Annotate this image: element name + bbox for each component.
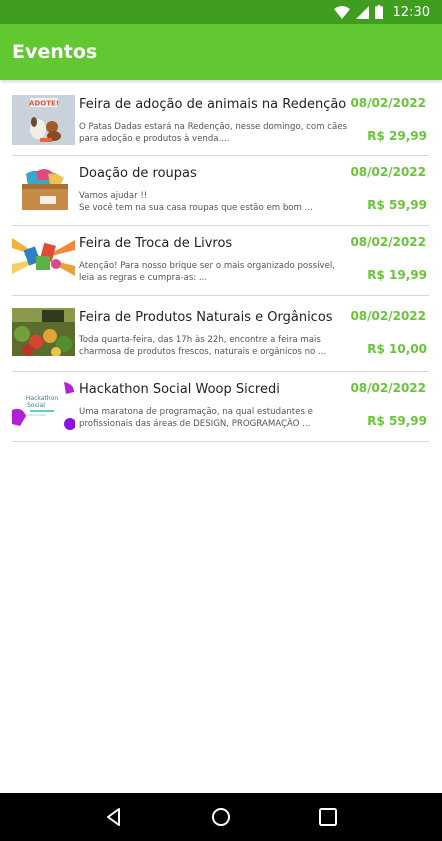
event-list-item[interactable]: ADOTE! Feira de adoção de animais na Red… xyxy=(12,87,429,156)
event-title: Feira de Produtos Naturais e Orgânicos xyxy=(79,310,333,325)
thumb-social-text: Social xyxy=(27,402,45,409)
recents-button[interactable] xyxy=(310,799,346,835)
home-icon xyxy=(211,808,230,826)
back-button[interactable] xyxy=(96,799,132,835)
event-date: 08/02/2022 xyxy=(350,235,426,249)
app-bar: Eventos xyxy=(0,24,442,80)
battery-icon xyxy=(374,5,383,19)
event-list: ADOTE! Feira de adoção de animais na Red… xyxy=(12,87,429,442)
event-description-line: charmosa de produtos frescos, naturais e… xyxy=(79,347,327,357)
recents-icon xyxy=(319,808,338,826)
event-list-item[interactable]: Doação de roupas 08/02/2022 Vamos ajudar… xyxy=(12,156,429,226)
back-icon xyxy=(106,808,120,826)
event-description: Toda quarta-feira, das 17h às 22h, encon… xyxy=(79,334,359,358)
event-price: R$ 59,99 xyxy=(367,198,427,212)
event-description: Atenção! Para nosso brique ser o mais or… xyxy=(79,260,359,284)
event-description-line: profissionais das áreas de DESIGN, PROGR… xyxy=(79,419,311,429)
event-description-line: Vamos ajudar !! xyxy=(79,191,148,201)
status-bar: 12:30 xyxy=(0,0,442,24)
event-description-line: Toda quarta-feira, das 17h às 22h, encon… xyxy=(79,335,321,345)
event-date: 08/02/2022 xyxy=(350,309,426,323)
page-title: Eventos xyxy=(12,41,98,63)
event-thumbnail: ADOTE! xyxy=(12,95,75,145)
event-price: R$ 19,99 xyxy=(367,268,427,282)
event-list-item[interactable]: Feira de Produtos Naturais e Orgânicos 0… xyxy=(12,296,429,372)
event-list-item[interactable]: Hackathon Social Hackathon Social Woop S… xyxy=(12,372,429,442)
status-time: 12:30 xyxy=(392,4,430,20)
thumb-hackathon-text: Hackathon xyxy=(26,395,58,402)
event-description: Uma maratona de programação, na qual est… xyxy=(79,406,359,430)
event-thumbnail xyxy=(12,308,75,356)
thumb-adote-text: ADOTE! xyxy=(29,100,59,108)
event-description-line: para adoção e produtos à venda.... xyxy=(79,134,230,144)
event-thumbnail xyxy=(12,164,75,214)
event-date: 08/02/2022 xyxy=(350,96,426,110)
event-description-line: Atenção! Para nosso brique ser o mais or… xyxy=(79,261,336,271)
event-title: Feira de adoção de animais na Redenção xyxy=(79,97,347,112)
event-title: Hackathon Social Woop Sicredi xyxy=(79,382,280,397)
event-thumbnail xyxy=(12,234,75,284)
event-title: Feira de Troca de Livros xyxy=(79,236,233,251)
home-button[interactable] xyxy=(203,799,239,835)
event-description-line: Uma maratona de programação, na qual est… xyxy=(79,407,313,417)
event-list-item[interactable]: Feira de Troca de Livros 08/02/2022 Aten… xyxy=(12,226,429,296)
wifi-icon xyxy=(333,5,350,19)
navigation-bar xyxy=(0,793,442,841)
event-title: Doação de roupas xyxy=(79,166,197,181)
event-description-line: leia as regras e cumpra-as: ... xyxy=(79,273,208,283)
event-date: 08/02/2022 xyxy=(350,165,426,179)
event-price: R$ 10,00 xyxy=(367,342,427,356)
event-thumbnail: Hackathon Social xyxy=(12,380,75,430)
event-description: Vamos ajudar !! Se você tem na sua casa … xyxy=(79,190,359,214)
event-date: 08/02/2022 xyxy=(350,381,426,395)
signal-icon xyxy=(355,5,369,19)
event-price: R$ 29,99 xyxy=(367,129,427,143)
event-description-line: O Patas Dadas estará na Redenção, nesse … xyxy=(79,122,348,132)
event-description: O Patas Dadas estará na Redenção, nesse … xyxy=(79,121,359,145)
event-price: R$ 59,99 xyxy=(367,414,427,428)
event-description-line: Se você tem na sua casa roupas que estão… xyxy=(79,203,313,213)
